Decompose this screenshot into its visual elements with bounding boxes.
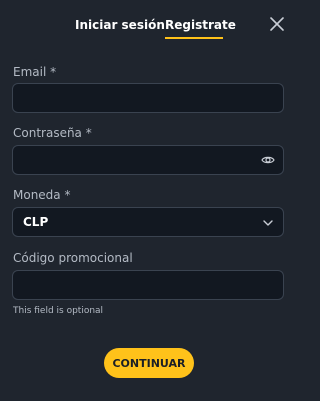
currency-select[interactable]: CLP xyxy=(12,207,284,237)
continue-button[interactable]: CONTINUAR xyxy=(104,348,194,378)
auth-header: Iniciar sesión Registrate xyxy=(0,0,304,50)
close-icon xyxy=(270,17,284,31)
password-label: Contraseña * xyxy=(13,126,92,140)
promo-field-box[interactable] xyxy=(12,270,284,300)
promo-label: Código promocional xyxy=(13,251,133,265)
promo-hint: This field is optional xyxy=(13,306,104,316)
currency-selected-value: CLP xyxy=(23,215,49,229)
active-tab-indicator xyxy=(165,37,223,39)
eye-icon[interactable] xyxy=(261,153,275,167)
password-field-box[interactable] xyxy=(12,145,284,175)
email-field-box[interactable] xyxy=(12,83,284,113)
currency-label: Moneda * xyxy=(13,188,71,202)
tab-register[interactable]: Registrate xyxy=(165,18,236,32)
close-button[interactable] xyxy=(267,14,287,34)
chevron-down-icon xyxy=(263,220,273,226)
tab-login[interactable]: Iniciar sesión xyxy=(75,18,165,32)
promo-code-field[interactable] xyxy=(23,271,263,299)
password-field[interactable] xyxy=(23,146,263,174)
email-label: Email * xyxy=(13,65,57,79)
email-field[interactable] xyxy=(23,84,263,112)
